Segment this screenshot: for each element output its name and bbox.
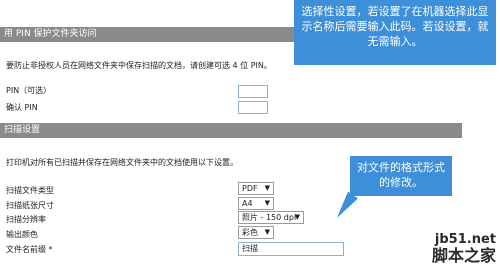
paper-size-label: 扫描纸张尺寸 <box>6 201 54 210</box>
resolution-label: 扫描分辨率 <box>6 215 46 224</box>
watermark-name: 脚本之家 <box>431 246 496 265</box>
callout-bottom: 对文件的格式形式的修改。 <box>350 156 452 196</box>
pin-section-description: 要防止非授权人员在网络文件夹中保存扫描的文档，请创建可选 4 位 PIN。 <box>6 61 272 70</box>
resolution-select[interactable]: 照片 - 150 dpi ▼ <box>238 211 304 224</box>
callout-bottom-pointer <box>332 191 358 222</box>
chevron-down-icon: ▼ <box>264 184 270 192</box>
pin-input[interactable] <box>238 85 268 98</box>
filename-prefix-label: 文件名前缀 * <box>6 245 53 254</box>
output-color-select[interactable]: 彩色 ▼ <box>238 226 274 239</box>
pin-label: PIN（可选） <box>6 86 52 95</box>
paper-size-value: A4 <box>242 199 253 208</box>
file-type-select[interactable]: PDF ▼ <box>238 182 274 195</box>
callout-top: 选择性设置，若设置了在机器选择此显示名称后需要输入此码。若设设置，就无需输入。 <box>294 0 496 65</box>
scan-settings-header: 扫描设置 <box>0 123 462 138</box>
file-type-label: 扫描文件类型 <box>6 186 54 195</box>
file-type-value: PDF <box>242 184 258 193</box>
confirm-pin-label: 确认 PIN <box>6 103 38 112</box>
confirm-pin-input[interactable] <box>238 101 268 114</box>
chevron-down-icon: ▼ <box>264 199 270 207</box>
chevron-down-icon: ▼ <box>264 228 270 236</box>
output-color-label: 输出颜色 <box>6 230 38 239</box>
output-color-value: 彩色 <box>242 228 258 237</box>
scan-settings-description: 打印机对所有已扫描并保存在网络文件夹中的文档使用以下设置。 <box>6 158 238 167</box>
chevron-down-icon: ▼ <box>294 213 300 221</box>
filename-prefix-input[interactable]: 扫描 <box>238 242 344 256</box>
paper-size-select[interactable]: A4 ▼ <box>238 197 274 210</box>
resolution-value: 照片 - 150 dpi <box>242 213 297 222</box>
